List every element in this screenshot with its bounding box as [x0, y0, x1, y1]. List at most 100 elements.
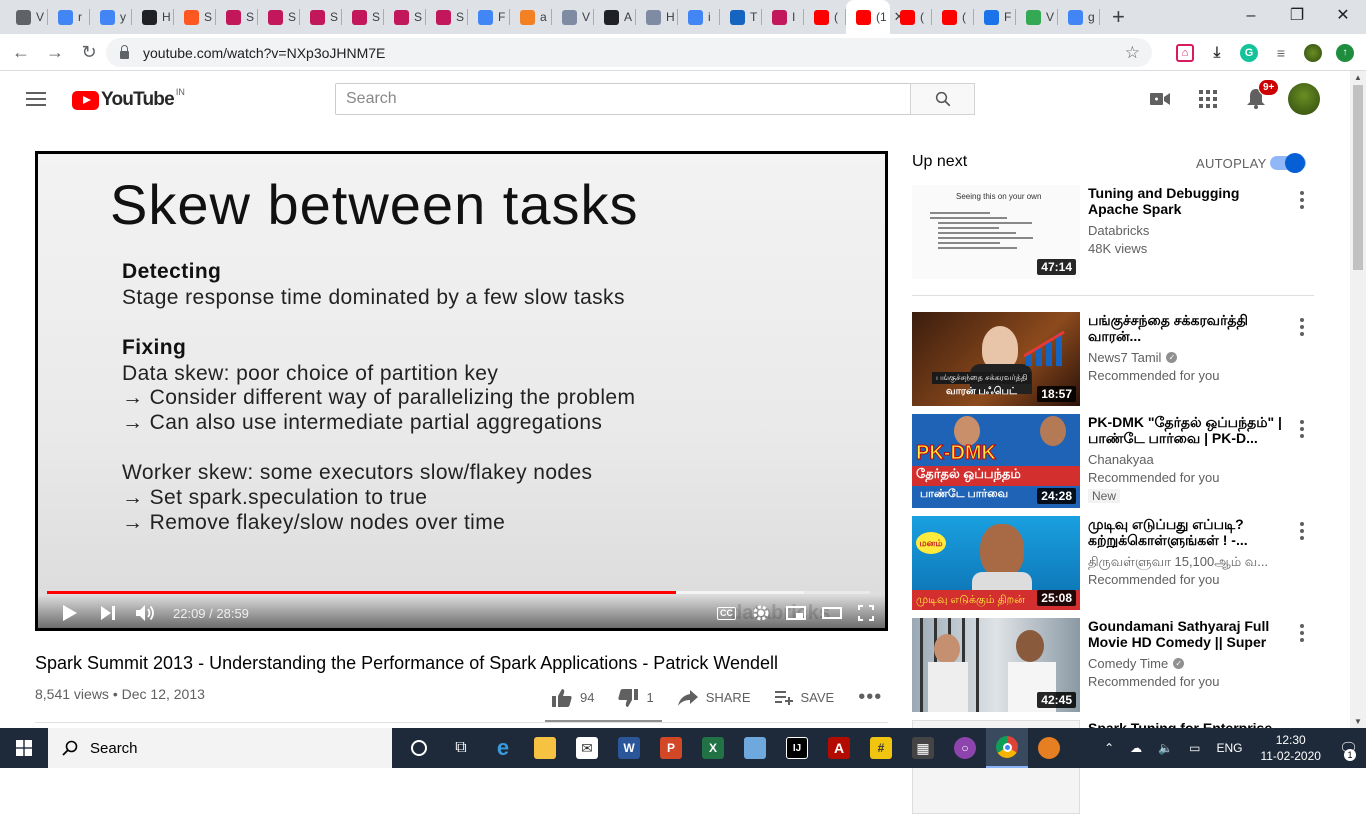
browser-tab[interactable]: F [468, 0, 510, 34]
language-indicator[interactable]: ENG [1216, 741, 1242, 755]
media-control-icon[interactable]: ≡ [1272, 43, 1290, 62]
video-player[interactable]: Skew between tasks Detecting Stage respon… [35, 151, 888, 631]
browser-tab[interactable]: F [974, 0, 1016, 34]
browser-tab[interactable]: V [1016, 0, 1058, 34]
like-button[interactable]: 94 [552, 688, 594, 707]
page-scrollbar[interactable]: ▲ ▼ [1350, 71, 1366, 728]
browser-tab[interactable]: S [258, 0, 300, 34]
paint-button[interactable] [1028, 728, 1070, 768]
browser-tab[interactable]: ( [804, 0, 846, 34]
video-title[interactable]: பங்குச்சந்தை சக்கரவர்த்தி வாரன்... [1088, 312, 1290, 344]
acrobat-button[interactable]: A [818, 728, 860, 768]
browser-tab[interactable]: S [342, 0, 384, 34]
chrome-button[interactable] [986, 728, 1028, 768]
recommended-video[interactable]: 42:45 Goundamani Sathyaraj Full Movie HD … [912, 618, 1332, 712]
video-title[interactable]: Goundamani Sathyaraj Full Movie HD Comed… [1088, 618, 1290, 650]
close-window-button[interactable]: ✕ [1320, 0, 1366, 34]
forward-button[interactable]: → [38, 42, 72, 63]
recommended-video[interactable]: பங்குச்சந்தை சக்கரவர்த்தி வாரன் பஃபெட் 18:… [912, 312, 1332, 406]
theater-mode-icon[interactable] [822, 606, 842, 620]
more-options-icon[interactable] [1300, 191, 1304, 212]
video-thumbnail[interactable]: 42:45 [912, 618, 1080, 712]
browser-tab[interactable]: S [426, 0, 468, 34]
more-options-icon[interactable] [1300, 522, 1304, 543]
back-button[interactable]: ← [4, 42, 38, 63]
dislike-button[interactable]: 1 [618, 688, 654, 707]
cortana-button[interactable] [398, 728, 440, 768]
channel-name[interactable]: திருவள்ளுவா 15,100ஆம் வ... [1088, 554, 1268, 571]
browser-tab[interactable]: H [132, 0, 174, 34]
browser-tab[interactable]: a [510, 0, 552, 34]
captions-button[interactable]: CC [717, 606, 736, 620]
battery-icon[interactable]: ▭ [1189, 741, 1200, 755]
youtube-logo[interactable]: YouTube IN [72, 87, 185, 111]
paint-app-button[interactable] [734, 728, 776, 768]
channel-name[interactable]: Comedy Time ✓ [1088, 656, 1185, 671]
browser-tab[interactable]: I [762, 0, 804, 34]
browser-tab[interactable]: r [48, 0, 90, 34]
browser-tab[interactable]: T [720, 0, 762, 34]
purple-app-button[interactable]: ○ [944, 728, 986, 768]
update-icon[interactable]: ↑ [1336, 43, 1354, 62]
video-title[interactable]: முடிவு எடுப்பது எப்படி? கற்றுக்கொள்ளுங்க… [1088, 516, 1290, 548]
browser-tab[interactable]: y [90, 0, 132, 34]
channel-name[interactable]: Chanakyaa [1088, 452, 1154, 467]
start-button[interactable] [0, 740, 48, 756]
more-actions-button[interactable]: ••• [858, 686, 882, 709]
speaker-icon[interactable]: 🔈 [1158, 741, 1173, 755]
intellij-button[interactable]: IJ [776, 728, 818, 768]
settings-gear-icon[interactable] [752, 604, 770, 622]
browser-tab[interactable]: S [174, 0, 216, 34]
grammarly-icon[interactable]: G [1240, 43, 1258, 62]
apps-button[interactable] [1184, 90, 1232, 108]
browser-tab[interactable]: V [552, 0, 594, 34]
account-avatar[interactable] [1288, 83, 1320, 115]
more-options-icon[interactable] [1300, 318, 1304, 339]
video-thumbnail[interactable]: பங்குச்சந்தை சக்கரவர்த்தி வாரன் பஃபெட் 18:… [912, 312, 1080, 406]
play-button[interactable] [51, 605, 89, 621]
browser-tab[interactable]: ( [890, 0, 932, 34]
reload-button[interactable]: ↻ [72, 42, 106, 63]
notifications-button[interactable]: 9+ [1232, 79, 1280, 109]
search-button[interactable] [910, 83, 975, 115]
mail-button[interactable]: ✉ [566, 728, 608, 768]
edge-button[interactable]: e [482, 728, 524, 768]
video-thumbnail[interactable]: மனம் முடிவு எடுக்கும் திறன் 25:08 [912, 516, 1080, 610]
save-button[interactable]: SAVE [774, 690, 834, 705]
tool-app-button[interactable]: # [860, 728, 902, 768]
bookmark-star-icon[interactable]: ☆ [1125, 43, 1140, 63]
video-thumbnail[interactable]: Seeing this on your own 47:14 [912, 185, 1080, 279]
more-options-icon[interactable] [1300, 624, 1304, 645]
browser-tab[interactable]: g [1058, 0, 1100, 34]
share-button[interactable]: SHARE [677, 689, 751, 706]
taskbar-search[interactable]: Search [48, 728, 392, 768]
task-view-button[interactable]: ⧉ [440, 728, 482, 768]
action-center-button[interactable]: 🗨1 [1339, 739, 1358, 761]
browser-tab[interactable]: H [636, 0, 678, 34]
browser-tab[interactable]: (1✕ [846, 0, 905, 34]
more-options-icon[interactable] [1300, 420, 1304, 441]
next-button[interactable] [89, 606, 127, 620]
onedrive-icon[interactable]: ☁ [1130, 741, 1142, 755]
profile-avatar-icon[interactable] [1304, 43, 1322, 62]
mute-button[interactable] [127, 604, 165, 622]
progress-bar[interactable] [47, 591, 870, 594]
new-tab-button[interactable]: + [1112, 4, 1125, 30]
word-button[interactable]: W [608, 728, 650, 768]
create-video-button[interactable] [1136, 91, 1184, 107]
miniplayer-icon[interactable] [786, 606, 806, 620]
file-explorer-button[interactable] [524, 728, 566, 768]
minimize-button[interactable]: – [1228, 0, 1274, 34]
browser-tab[interactable]: ( [932, 0, 974, 34]
scrollbar-thumb[interactable] [1353, 85, 1363, 270]
browser-tab[interactable]: A [594, 0, 636, 34]
menu-icon[interactable] [26, 92, 46, 110]
download-icon[interactable]: ⤓ [1208, 43, 1226, 62]
browser-tab[interactable]: V [6, 0, 48, 34]
browser-tab[interactable]: S [300, 0, 342, 34]
browser-tab[interactable]: S [384, 0, 426, 34]
video-title[interactable]: PK-DMK "தேர்தல் ஒப்பந்தம்" | பாண்டே பார்… [1088, 414, 1290, 446]
address-bar[interactable]: youtube.com/watch?v=NXp3oJHNM7E ☆ [106, 38, 1152, 67]
browser-tab[interactable]: i [678, 0, 720, 34]
channel-name[interactable]: News7 Tamil ✓ [1088, 350, 1178, 365]
